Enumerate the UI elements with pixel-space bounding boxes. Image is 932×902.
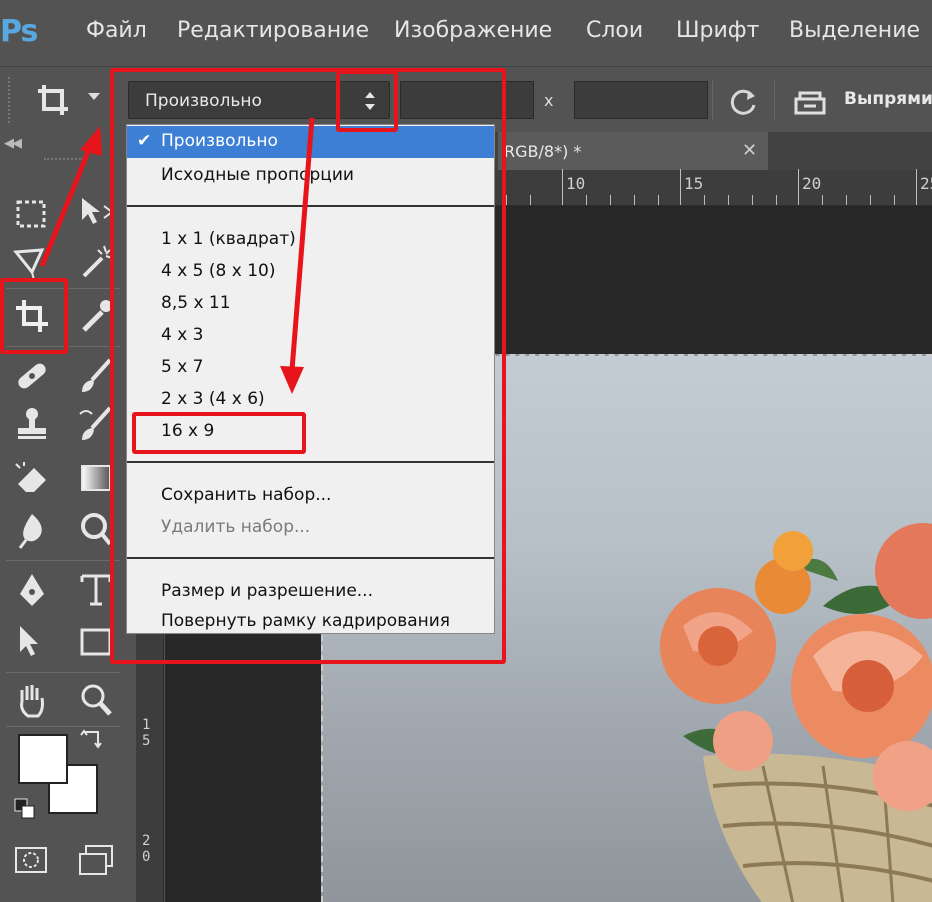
menu-layers[interactable]: Слои	[586, 18, 643, 43]
crop-preset-icon[interactable]	[34, 81, 74, 121]
document-tab-title: RGB/8*) *	[504, 142, 582, 161]
annotation-crop-tool-highlight	[0, 278, 68, 354]
blur-tool-icon[interactable]	[12, 510, 52, 550]
tool-separator	[6, 560, 120, 561]
ruler-tick	[776, 195, 777, 205]
crop-height-input[interactable]	[574, 81, 708, 119]
ruler-tick	[680, 169, 681, 205]
ruler-label: 20	[802, 174, 822, 193]
ruler-tick	[530, 195, 531, 205]
default-colors-icon[interactable]	[12, 796, 38, 822]
tools-panel: ◀◀	[0, 132, 126, 902]
options-divider	[712, 79, 713, 121]
screen-mode-icon[interactable]	[76, 840, 116, 880]
preset-dropdown-arrow-icon[interactable]	[88, 93, 100, 100]
swap-rotate-icon[interactable]	[726, 85, 760, 119]
options-divider	[774, 79, 775, 121]
ruler-tick	[586, 195, 587, 205]
collapse-panel-icon[interactable]: ◀◀	[4, 136, 22, 151]
ruler-tick	[658, 195, 659, 205]
ruler-tick	[704, 195, 705, 205]
ruler-label: 25	[920, 174, 932, 193]
menu-type[interactable]: Шрифт	[676, 18, 759, 43]
menu-image[interactable]: Изображение	[394, 18, 552, 43]
pen-tool-icon[interactable]	[12, 570, 52, 610]
marquee-tool-icon[interactable]	[12, 194, 52, 234]
menu-select[interactable]: Выделение	[789, 18, 920, 43]
ruler-label: 15	[684, 174, 704, 193]
menu-bar: Ps Файл Редактирование Изображение Слои …	[0, 0, 932, 66]
zoom-tool-icon[interactable]	[76, 680, 116, 720]
lasso-tool-icon[interactable]	[12, 242, 52, 282]
ruler-tick	[506, 195, 507, 205]
tool-separator	[6, 726, 120, 727]
swap-colors-icon[interactable]	[78, 728, 104, 754]
ruler-tick	[894, 195, 895, 205]
document-tab[interactable]: RGB/8*) * ✕	[498, 132, 768, 170]
ruler-tick	[846, 195, 847, 205]
straighten-icon[interactable]	[792, 87, 828, 117]
path-selection-tool-icon[interactable]	[12, 622, 52, 662]
ruler-tick	[798, 169, 799, 205]
eraser-tool-icon[interactable]	[12, 458, 52, 498]
ruler-label: 2	[142, 833, 151, 849]
straighten-label[interactable]: Выпрямит	[844, 89, 932, 109]
ruler-tick	[916, 169, 917, 205]
menu-edit[interactable]: Редактирование	[177, 18, 369, 43]
dimension-separator: x	[544, 91, 554, 110]
tools-panel-grip[interactable]	[44, 158, 84, 162]
ruler-label: 0	[142, 849, 151, 865]
ruler-tick	[728, 195, 729, 205]
ruler-tick	[822, 195, 823, 205]
ruler-label: 1	[142, 717, 151, 733]
clone-stamp-tool-icon[interactable]	[12, 404, 52, 444]
menu-file[interactable]: Файл	[86, 18, 147, 43]
annotation-dropdown-highlight	[110, 68, 506, 664]
ruler-label: 10	[566, 174, 586, 193]
ruler-label: 5	[142, 733, 151, 749]
ruler-tick	[610, 195, 611, 205]
ruler-tick	[752, 195, 753, 205]
ruler-tick	[562, 169, 563, 205]
quick-mask-icon[interactable]	[12, 840, 52, 880]
close-tab-icon[interactable]: ✕	[742, 140, 757, 161]
hand-tool-icon[interactable]	[12, 680, 52, 720]
ruler-tick	[870, 195, 871, 205]
options-bar-grip[interactable]	[8, 77, 12, 123]
annotation-16x9-highlight	[132, 412, 306, 454]
ruler-tick	[634, 195, 635, 205]
photoshop-logo: Ps	[0, 14, 38, 49]
annotation-spinner-highlight	[336, 70, 398, 132]
healing-brush-tool-icon[interactable]	[12, 356, 52, 396]
tool-separator	[6, 672, 120, 673]
foreground-color-swatch-front	[18, 734, 68, 784]
